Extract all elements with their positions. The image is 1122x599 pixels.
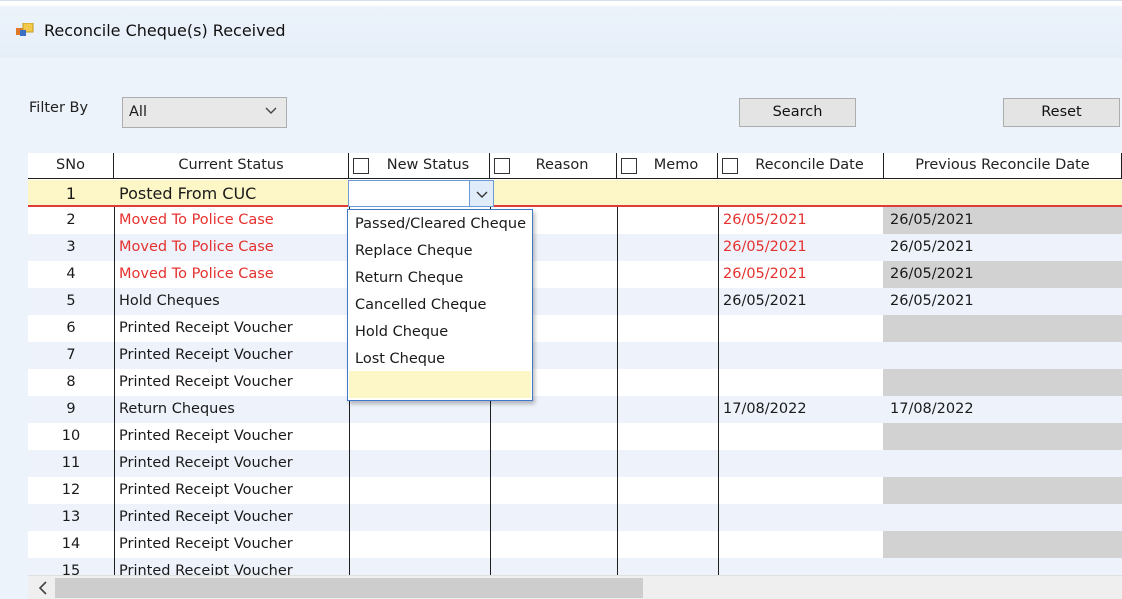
column-header-current-status[interactable]: Current Status xyxy=(114,153,349,179)
cell-reconcile-date: 26/05/2021 xyxy=(723,266,807,282)
table-row[interactable]: 3 Moved To Police Case 26/05/2021 26/05/… xyxy=(28,234,1122,261)
cell-sno: 12 xyxy=(61,482,81,498)
cell-previous-reconcile-date: 26/05/2021 xyxy=(890,266,974,282)
cell-current-status: Moved To Police Case xyxy=(119,212,274,228)
cell-sno: 13 xyxy=(61,509,81,525)
memo-header-checkbox[interactable] xyxy=(621,158,637,174)
search-button[interactable]: Search xyxy=(739,98,856,127)
column-header-new-status[interactable]: New Status xyxy=(349,153,490,179)
new-status-combo-button[interactable] xyxy=(469,180,494,207)
chevron-down-icon xyxy=(476,191,488,198)
window-title: Reconcile Cheque(s) Received xyxy=(44,21,286,40)
column-divider xyxy=(718,207,719,575)
cell-current-status: Printed Receipt Voucher xyxy=(119,482,293,498)
table-row[interactable]: 7 Printed Receipt Voucher xyxy=(28,342,1122,369)
dropdown-option-empty[interactable] xyxy=(349,371,531,398)
cell-current-status: Printed Receipt Voucher xyxy=(119,320,293,336)
filter-by-select[interactable]: All xyxy=(122,97,287,128)
cell-previous-reconcile-date: 17/08/2022 xyxy=(890,401,974,417)
memo-header-label: Memo xyxy=(653,157,699,173)
cell-sno: 7 xyxy=(66,347,76,363)
cell-current-status: Hold Cheques xyxy=(119,293,220,309)
cell-sno: 15 xyxy=(61,563,81,575)
cell-sno: 6 xyxy=(66,320,76,336)
column-header-sno[interactable]: SNo xyxy=(28,153,114,179)
cell-sno: 3 xyxy=(66,239,76,255)
table-row[interactable]: 12 Printed Receipt Voucher xyxy=(28,477,1122,504)
cell-sno: 14 xyxy=(61,536,81,552)
table-row[interactable]: 5 Hold Cheques 26/05/2021 26/05/2021 xyxy=(28,288,1122,315)
filter-panel: Filter By All Search Reset xyxy=(0,58,1122,153)
column-header-reconcile-date[interactable]: Reconcile Date xyxy=(718,153,884,179)
filter-by-value: All xyxy=(129,104,147,120)
dropdown-option[interactable]: Cancelled Cheque xyxy=(355,292,486,319)
dropdown-option[interactable]: Lost Cheque xyxy=(355,346,445,373)
grid-left-margin xyxy=(0,153,28,599)
table-row[interactable]: 14 Printed Receipt Voucher xyxy=(28,531,1122,558)
cell-sno: 10 xyxy=(61,428,81,444)
cell-reconcile-date: 26/05/2021 xyxy=(723,293,807,309)
table-row[interactable]: 11 Printed Receipt Voucher xyxy=(28,450,1122,477)
reconcile-date-header-checkbox[interactable] xyxy=(722,158,738,174)
table-row[interactable]: 1 Posted From CUC xyxy=(28,180,1122,207)
cell-current-status: Printed Receipt Voucher xyxy=(119,536,293,552)
reason-header-checkbox[interactable] xyxy=(494,158,510,174)
cell-sno: 2 xyxy=(66,212,76,228)
dropdown-option[interactable]: Passed/Cleared Cheque xyxy=(355,211,526,238)
cell-current-status: Return Cheques xyxy=(119,401,235,417)
cell-current-status: Moved To Police Case xyxy=(119,239,274,255)
table-row[interactable]: 10 Printed Receipt Voucher xyxy=(28,423,1122,450)
cell-sno: 9 xyxy=(66,401,76,417)
table-row[interactable]: 8 Printed Receipt Voucher xyxy=(28,369,1122,396)
column-header-memo[interactable]: Memo xyxy=(617,153,718,179)
dropdown-option[interactable]: Replace Cheque xyxy=(355,238,473,265)
dropdown-option[interactable]: Hold Cheque xyxy=(355,319,448,346)
cell-previous-reconcile-date: 26/05/2021 xyxy=(890,293,974,309)
column-header-reason[interactable]: Reason xyxy=(490,153,617,179)
window-app-icon xyxy=(16,23,34,36)
table-row[interactable]: 13 Printed Receipt Voucher xyxy=(28,504,1122,531)
chevron-left-icon[interactable] xyxy=(36,580,50,596)
cell-current-status: Posted From CUC xyxy=(119,184,257,203)
chevron-down-icon xyxy=(265,107,277,114)
cell-current-status: Printed Receipt Voucher xyxy=(119,563,293,575)
cell-reconcile-date: 26/05/2021 xyxy=(723,239,807,255)
filter-by-label: Filter By xyxy=(29,100,89,116)
cell-reconcile-date: 17/08/2022 xyxy=(723,401,807,417)
cell-sno: 5 xyxy=(66,293,76,309)
title-bar: Reconcile Cheque(s) Received xyxy=(0,0,1122,58)
horizontal-scrollbar[interactable] xyxy=(28,575,1122,599)
table-row[interactable]: 4 Moved To Police Case 26/05/2021 26/05/… xyxy=(28,261,1122,288)
cell-previous-reconcile-date: 26/05/2021 xyxy=(890,212,974,228)
new-status-dropdown-list: Passed/Cleared Cheque Replace Cheque Ret… xyxy=(347,209,533,401)
cell-sno: 4 xyxy=(66,266,76,282)
cell-sno: 1 xyxy=(65,184,77,203)
table-row[interactable]: 6 Printed Receipt Voucher xyxy=(28,315,1122,342)
cell-previous-reconcile-date: 26/05/2021 xyxy=(890,239,974,255)
cell-sno: 11 xyxy=(61,455,81,471)
reason-header-label: Reason xyxy=(535,157,589,173)
column-divider xyxy=(114,207,115,575)
cell-current-status: Moved To Police Case xyxy=(119,266,274,282)
table-row[interactable]: 2 Moved To Police Case 26/05/2021 26/05/… xyxy=(28,207,1122,234)
cell-reconcile-date: 26/05/2021 xyxy=(723,212,807,228)
table-row[interactable]: 9 Return Cheques 17/08/2022 17/08/2022 xyxy=(28,396,1122,423)
scrollbar-thumb[interactable] xyxy=(55,578,643,598)
column-divider xyxy=(617,207,618,575)
reconcile-cheques-window: Reconcile Cheque(s) Received Filter By A… xyxy=(0,0,1122,599)
new-status-header-checkbox[interactable] xyxy=(353,158,369,174)
table-row[interactable]: 15 Printed Receipt Voucher xyxy=(28,558,1122,575)
cell-current-status: Printed Receipt Voucher xyxy=(119,374,293,390)
reconcile-date-header-label: Reconcile Date xyxy=(755,157,864,173)
cell-current-status: Printed Receipt Voucher xyxy=(119,428,293,444)
column-header-previous-reconcile-date[interactable]: Previous Reconcile Date xyxy=(884,153,1122,179)
reset-button[interactable]: Reset xyxy=(1003,98,1120,127)
cell-current-status: Printed Receipt Voucher xyxy=(119,455,293,471)
cell-current-status: Printed Receipt Voucher xyxy=(119,347,293,363)
new-status-header-label: New Status xyxy=(386,157,470,173)
dropdown-option[interactable]: Return Cheque xyxy=(355,265,463,292)
cell-sno: 8 xyxy=(66,374,76,390)
cell-current-status: Printed Receipt Voucher xyxy=(119,509,293,525)
cheque-grid: SNo Current Status New Status Reason Mem… xyxy=(28,153,1122,575)
